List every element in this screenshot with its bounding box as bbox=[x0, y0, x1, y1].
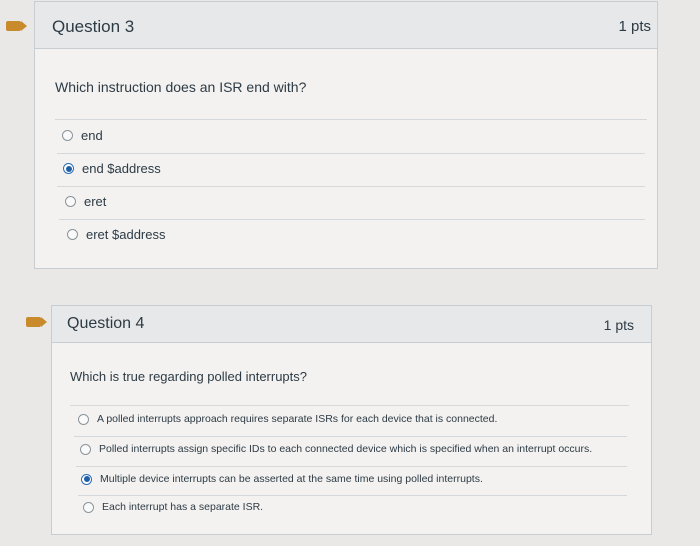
question-4-points: 1 pts bbox=[603, 317, 634, 333]
question-4-header: Question 4 1 pts bbox=[52, 306, 651, 343]
question-3-answer-3[interactable]: eret bbox=[65, 194, 106, 209]
question-4-marker-icon bbox=[26, 317, 47, 327]
radio-unselected-icon[interactable] bbox=[78, 413, 89, 425]
radio-selected-icon[interactable] bbox=[81, 473, 92, 485]
question-3-answer-2[interactable]: end $address bbox=[63, 161, 161, 176]
radio-selected-icon[interactable] bbox=[63, 163, 74, 174]
answer-label: Each interrupt has a separate ISR. bbox=[102, 501, 264, 513]
answer-divider bbox=[76, 466, 627, 467]
answer-divider bbox=[57, 153, 645, 154]
question-3-marker-icon bbox=[6, 21, 27, 31]
question-4-prompt: Which is true regarding polled interrupt… bbox=[70, 369, 308, 384]
question-3-answer-4[interactable]: eret $address bbox=[67, 227, 166, 242]
question-3-divider bbox=[55, 119, 647, 120]
question-3-points: 1 pts bbox=[618, 18, 651, 35]
answer-label: eret $address bbox=[86, 227, 166, 242]
question-3-prompt: Which instruction does an ISR end with? bbox=[55, 79, 307, 95]
answer-divider bbox=[59, 219, 645, 220]
radio-unselected-icon[interactable] bbox=[83, 501, 94, 513]
answer-label: end $address bbox=[82, 161, 161, 176]
answer-label: end bbox=[81, 128, 103, 143]
answer-label: A polled interrupts approach requires se… bbox=[97, 413, 498, 425]
question-4-card: Question 4 1 pts Which is true regarding… bbox=[51, 305, 652, 535]
answer-label: Polled interrupts assign specific IDs to… bbox=[99, 443, 593, 455]
radio-unselected-icon[interactable] bbox=[62, 130, 73, 141]
radio-unselected-icon[interactable] bbox=[80, 443, 91, 455]
question-4-divider bbox=[70, 405, 629, 406]
question-4-title: Question 4 bbox=[67, 315, 145, 332]
answer-divider bbox=[78, 495, 627, 496]
question-3-header: Question 3 1 pts bbox=[35, 2, 657, 49]
radio-unselected-icon[interactable] bbox=[67, 229, 78, 240]
question-3-card: Question 3 1 pts Which instruction does … bbox=[34, 1, 658, 269]
question-3-answer-1[interactable]: end bbox=[62, 128, 103, 143]
answer-divider bbox=[74, 436, 627, 437]
question-4-answer-2[interactable]: Polled interrupts assign specific IDs to… bbox=[80, 443, 592, 455]
answer-divider bbox=[57, 186, 645, 187]
question-4-answer-3[interactable]: Multiple device interrupts can be assert… bbox=[81, 473, 483, 485]
question-3-title: Question 3 bbox=[52, 17, 135, 36]
radio-unselected-icon[interactable] bbox=[65, 196, 76, 207]
question-4-answer-4[interactable]: Each interrupt has a separate ISR. bbox=[83, 501, 263, 513]
answer-label: Multiple device interrupts can be assert… bbox=[100, 473, 483, 485]
answer-label: eret bbox=[84, 194, 107, 209]
question-4-answer-1[interactable]: A polled interrupts approach requires se… bbox=[78, 413, 497, 425]
